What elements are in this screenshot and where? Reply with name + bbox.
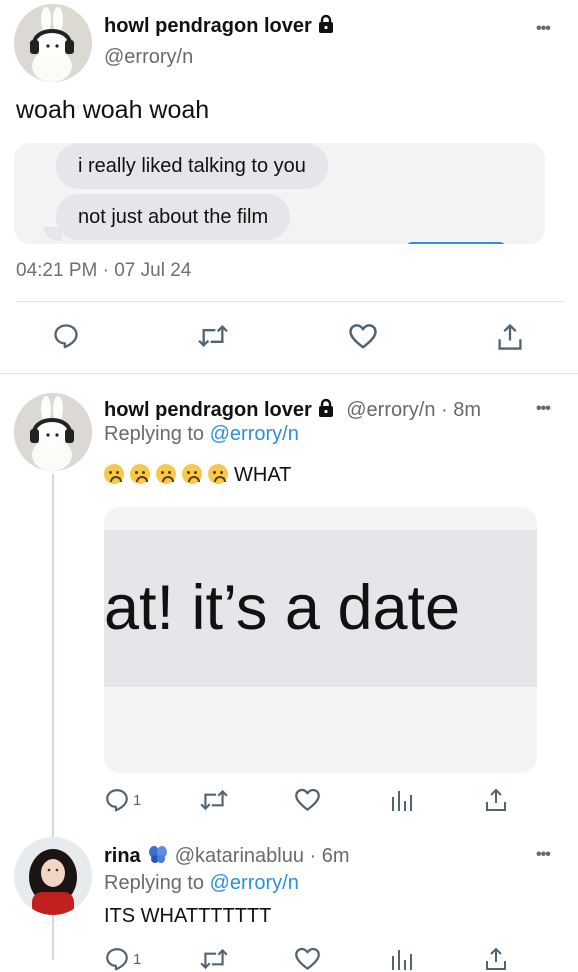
worried-face-emoji (156, 464, 176, 484)
reply2-meta[interactable]: @katarinabluu · 6m (175, 845, 350, 868)
avatar-reply1[interactable] (14, 393, 92, 471)
tweet-timestamp[interactable]: 04:21 PM · 07 Jul 24 (16, 260, 191, 282)
replying-handle-link[interactable]: @errory/n (210, 872, 299, 894)
reply-count: 1 (133, 950, 142, 968)
like-icon[interactable] (348, 322, 378, 350)
views-icon[interactable] (390, 787, 414, 813)
blue-bubble-edge (406, 242, 506, 244)
image-text-band: at! it’s a date (104, 530, 537, 687)
reply2-replying-to: Replying to @errory/n (104, 872, 299, 895)
replying-handle-link[interactable]: @errory/n (210, 423, 299, 445)
retweet-icon[interactable] (199, 946, 229, 972)
worried-emoji-row (104, 464, 234, 486)
more-options-icon[interactable]: ••• (536, 846, 551, 864)
like-icon[interactable] (294, 946, 321, 971)
reply1-meta[interactable]: @errory/n · 8m (346, 399, 481, 421)
main-author-name-text[interactable]: howl pendragon lover (104, 15, 312, 37)
reply1-attached-image[interactable]: at! it’s a date (104, 507, 537, 773)
image-text: at! it’s a date (104, 573, 461, 643)
main-author-handle[interactable]: @errory/n (104, 46, 193, 69)
message-bubble-1: i really liked talking to you (56, 143, 328, 189)
share-icon[interactable] (496, 322, 524, 352)
share-icon[interactable] (484, 946, 508, 972)
more-options-icon[interactable]: ••• (536, 400, 551, 418)
reply1-author-name[interactable]: howl pendragon lover (104, 399, 312, 421)
replying-prefix: Replying to (104, 872, 205, 894)
like-icon[interactable] (294, 787, 321, 812)
message-bubble-2: not just about the film (56, 194, 291, 240)
reply1-replying-to: Replying to @errory/n (104, 423, 299, 446)
share-icon[interactable] (484, 787, 508, 813)
avatar-reply2[interactable] (14, 837, 92, 915)
reply-count: 1 (133, 791, 142, 809)
lock-icon (316, 14, 336, 40)
views-icon[interactable] (390, 946, 414, 972)
reply1-header: howl pendragon lover @errory/n · 8m (104, 398, 481, 423)
worried-face-emoji (104, 464, 124, 484)
reply2-header: rina @katarinabluu · 6m (104, 844, 350, 869)
message-screenshot-card[interactable]: i really liked talking to you not just a… (14, 143, 545, 244)
more-options-icon[interactable]: ••• (536, 20, 551, 38)
divider (16, 301, 564, 302)
reply-icon[interactable] (52, 322, 80, 350)
retweet-icon[interactable] (199, 787, 229, 813)
reply-icon[interactable]: 1 (104, 787, 141, 813)
reply2-author-name[interactable]: rina (104, 845, 141, 868)
lock-icon (316, 398, 336, 423)
tweet-text: woah woah woah (16, 96, 210, 124)
replying-prefix: Replying to (104, 423, 205, 445)
worried-face-emoji (208, 464, 228, 484)
retweet-icon[interactable] (196, 322, 230, 350)
reply1-text: WHAT (104, 464, 291, 487)
worried-face-emoji (182, 464, 202, 484)
reply-icon[interactable]: 1 (104, 946, 141, 972)
worried-face-emoji (130, 464, 150, 484)
main-author-name[interactable]: howl pendragon lover (104, 14, 336, 40)
reply1-text-content: WHAT (234, 464, 292, 486)
avatar-main[interactable] (14, 4, 92, 82)
blue-butterfly-icon (147, 844, 169, 869)
reply2-text: ITS WHATTTTTTT (104, 905, 272, 927)
section-divider (0, 373, 578, 374)
bubble-tail (44, 227, 62, 241)
